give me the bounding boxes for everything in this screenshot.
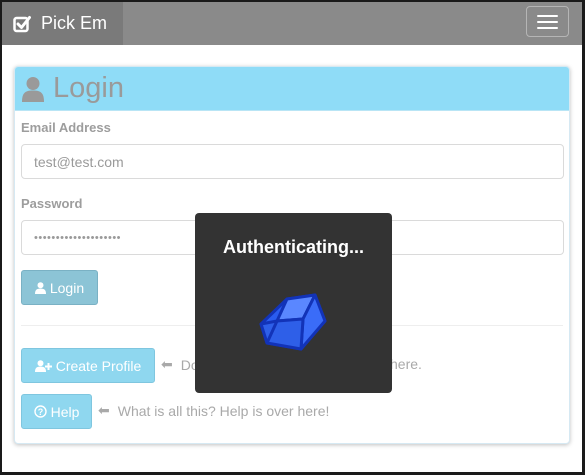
check-square-icon [13, 15, 31, 32]
page-title: Login [53, 72, 124, 104]
spinning-cube-icon [259, 293, 327, 351]
create-profile-hint-end: here. [390, 356, 422, 372]
create-profile-label: Create Profile [55, 357, 142, 374]
arrow-left-icon: ⬅ [161, 356, 173, 372]
question-circle-icon: ? [33, 405, 47, 418]
help-hint-text: What is all this? Help is over here! [117, 402, 330, 419]
svg-text:?: ? [37, 407, 43, 417]
help-hint: ⬅ What is all this? Help is over here! [98, 402, 329, 419]
email-field[interactable]: test@test.com [21, 144, 564, 179]
user-plus-icon [34, 359, 52, 372]
help-button[interactable]: ? Help [21, 394, 92, 429]
create-profile-button[interactable]: Create Profile [21, 348, 155, 383]
brand-name: Pick Em [41, 13, 108, 33]
login-button[interactable]: Login [21, 270, 98, 305]
help-button-label: Help [50, 403, 80, 420]
login-button-label: Login [49, 279, 85, 296]
navbar: Pick Em [2, 2, 582, 45]
hamburger-menu-icon [537, 14, 558, 17]
user-icon [34, 281, 46, 294]
menu-toggle-button[interactable] [526, 6, 569, 37]
password-label: Password [21, 196, 83, 211]
create-profile-hint: ⬅ Do [161, 356, 199, 373]
user-icon [22, 76, 44, 102]
brand-link[interactable]: Pick Em [2, 2, 123, 45]
arrow-left-icon: ⬅ [98, 402, 110, 418]
modal-title: Authenticating... [223, 237, 364, 257]
authenticating-modal: Authenticating... [195, 213, 392, 393]
email-label: Email Address [21, 120, 111, 135]
panel-heading: Login [15, 67, 569, 111]
app-window: Pick Em Login Email Address test@test.co… [0, 0, 585, 475]
